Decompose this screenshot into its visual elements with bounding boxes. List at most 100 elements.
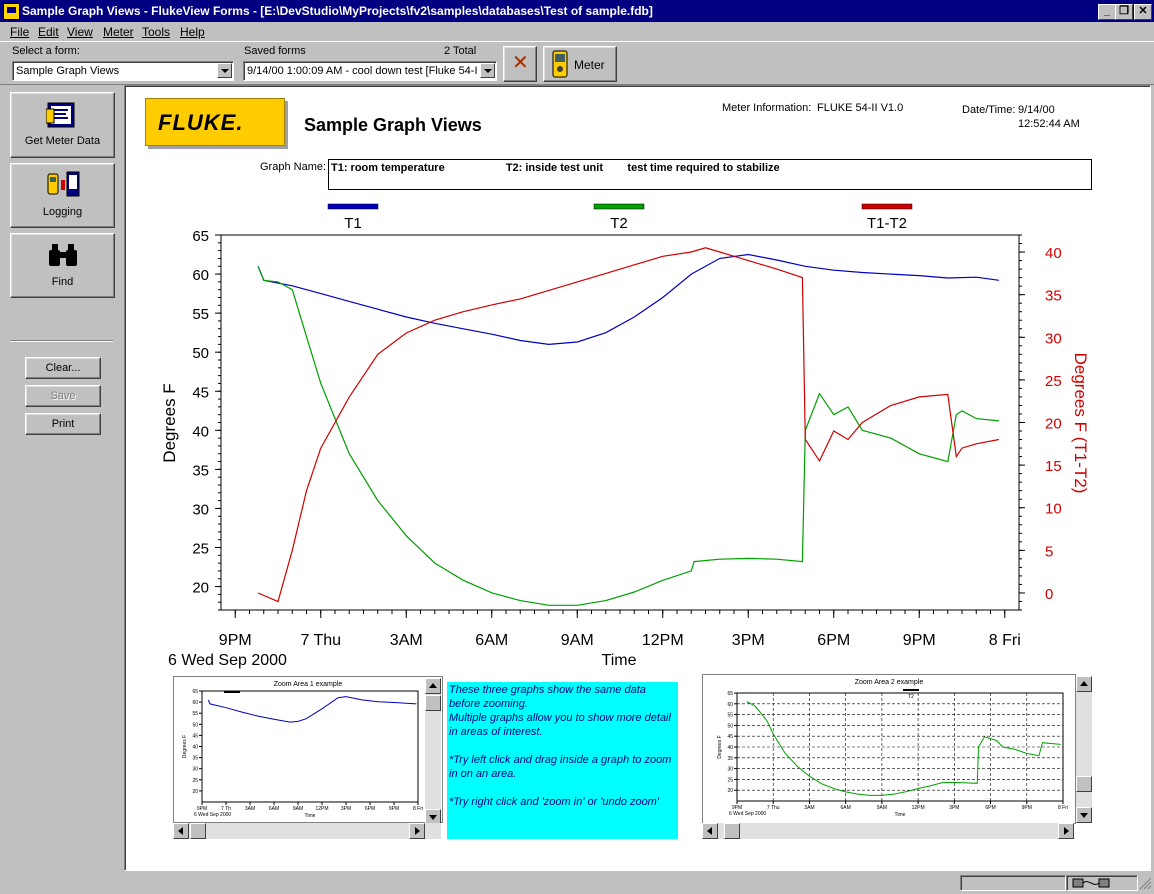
chevron-down-icon[interactable] [480, 63, 495, 78]
meter-button[interactable]: Meter [543, 46, 617, 82]
scroll-up-icon[interactable] [1076, 676, 1092, 692]
x-tick-label: 3AM [804, 805, 814, 811]
graph-name-field[interactable]: T1: room temperature T2: inside test uni… [328, 159, 1092, 190]
scroll-right-icon[interactable] [409, 823, 425, 839]
x-axis-label: Time [602, 652, 637, 669]
sidebar: Get Meter Data Logging Find Clear... Sav… [0, 85, 122, 870]
scroll-left-icon[interactable] [702, 823, 718, 839]
delete-form-button[interactable]: ✕ [503, 46, 537, 82]
scroll-up-icon[interactable] [425, 678, 441, 694]
menu-view[interactable]: View [67, 25, 93, 39]
saved-forms-combo[interactable]: 9/14/00 1:00:09 AM - cool down test [Flu… [243, 61, 497, 81]
scroll-thumb[interactable] [724, 823, 740, 839]
y-tick-label: 35 [727, 756, 733, 762]
y-tick-label: 40 [192, 745, 198, 751]
saved-forms-total: 2 Total [444, 45, 477, 57]
y-tick-label: 60 [727, 702, 733, 708]
x-tick-label: 9PM [903, 632, 936, 649]
main-chart[interactable]: T1 T2 T1-T2 20 25 30 35 40 45 50 55 60 65 0 5 10 15 20 25 3… [125, 191, 1145, 671]
get-meter-data-button[interactable]: Get Meter Data [10, 92, 115, 158]
y2-tick-label: 0 [1045, 586, 1053, 603]
x-tick-label: 9AM [877, 805, 887, 811]
legend-label: T1 [344, 215, 362, 232]
y-axis-label: Degrees F [717, 735, 723, 758]
info-note: These three graphs show the same data bef… [447, 682, 678, 839]
zoom1-hscrollbar[interactable] [173, 823, 441, 839]
scroll-thumb[interactable] [1076, 776, 1092, 792]
select-form-combo[interactable]: Sample Graph Views [12, 61, 234, 81]
zoom-chart-1[interactable]: Zoom Area 1 example 20 25 30 35 40 45 50 55 60 65 9… [174, 677, 442, 822]
y-tick-label: 65 [192, 689, 198, 695]
x-tick-label: 3PM [949, 805, 959, 811]
x-tick-label: 3PM [341, 806, 351, 812]
y2-tick-label: 15 [1045, 458, 1062, 475]
logging-label: Logging [42, 206, 83, 218]
x-date-label: 6 Wed Sep 2000 [194, 812, 231, 818]
x-tick-label: 6PM [985, 805, 995, 811]
scroll-thumb[interactable] [190, 823, 206, 839]
scroll-left-icon[interactable] [173, 823, 189, 839]
menu-tools[interactable]: Tools [142, 25, 170, 39]
zoom-chart-2[interactable]: Zoom Area 2 example T2 20 25 30 35 40 45 50 55 60 6… [703, 675, 1075, 823]
saved-forms-label: Saved forms [244, 45, 306, 57]
menu-meter[interactable]: Meter [103, 25, 134, 39]
fluke-logo: FLUKE. [145, 98, 285, 146]
resize-grip-icon[interactable] [1138, 876, 1152, 890]
meter-icon [552, 50, 568, 78]
zoom-chart-2-frame: Zoom Area 2 example T2 20 25 30 35 40 45 50 55 60 6… [702, 674, 1076, 824]
y-tick-label: 40 [192, 423, 209, 440]
time-value: 12:52:44 AM [1018, 118, 1080, 130]
scroll-right-icon[interactable] [1058, 823, 1074, 839]
app-icon[interactable] [3, 3, 20, 20]
x-tick-label: 9PM [1022, 805, 1032, 811]
zoom2-hscrollbar[interactable] [702, 823, 1074, 839]
chart-title: Zoom Area 2 example [855, 679, 924, 686]
info-line: in on an area. [449, 768, 517, 780]
y-tick-label: 60 [192, 267, 209, 284]
legend-label: T1-T2 [867, 215, 907, 232]
legend-swatch [861, 203, 913, 210]
x-tick-label: 9AM [293, 806, 303, 812]
x-tick-label: 3AM [390, 632, 423, 649]
title-bar: Sample Graph Views - FlukeView Forms - [… [0, 0, 1154, 22]
info-line: These three graphs show the same data [449, 684, 646, 696]
menu-help[interactable]: Help [180, 25, 205, 39]
y-tick-label: 45 [192, 384, 209, 401]
y-tick-label: 35 [192, 462, 209, 479]
y-axis-label: Degrees F [160, 383, 179, 462]
y-tick-label: 60 [192, 700, 198, 706]
window-title: Sample Graph Views - FlukeView Forms - [… [22, 4, 653, 18]
save-button[interactable]: Save [25, 385, 101, 407]
zoom1-vscrollbar[interactable] [425, 678, 441, 825]
x-tick-label: 7 Thu [300, 632, 341, 649]
zoom2-vscrollbar[interactable] [1076, 676, 1092, 823]
y-tick-label: 35 [192, 756, 198, 762]
chevron-down-icon[interactable] [217, 63, 232, 78]
toolbar: Select a form: Sample Graph Views Saved … [0, 41, 1154, 85]
menu-file[interactable]: File [10, 25, 29, 39]
close-window-button[interactable]: ✕ [1134, 4, 1152, 20]
x-tick-label: 6PM [817, 632, 850, 649]
menu-bar: File Edit View Meter Tools Help [0, 22, 1154, 41]
clear-button[interactable]: Clear... [25, 357, 101, 379]
binoculars-icon [49, 244, 77, 266]
y-tick-label: 20 [192, 580, 209, 597]
y2-tick-label: 30 [1045, 330, 1062, 347]
x-tick-label: 3PM [732, 632, 765, 649]
minimize-button[interactable]: _ [1098, 4, 1116, 20]
logging-button[interactable]: Logging [10, 163, 115, 228]
date-value: 9/14/00 [1018, 104, 1055, 116]
form-canvas: FLUKE. Sample Graph Views Meter Informat… [124, 85, 1151, 871]
scroll-thumb[interactable] [425, 695, 441, 711]
y-tick-label: 65 [727, 691, 733, 697]
legend-label: T2 [908, 694, 914, 700]
scroll-down-icon[interactable] [1076, 807, 1092, 823]
find-button[interactable]: Find [10, 233, 115, 298]
y-axis-label: Degrees F [182, 735, 188, 758]
y-tick-label: 25 [727, 777, 733, 783]
info-note-text: These three graphs show the same data bef… [447, 682, 678, 810]
restore-button[interactable]: ❐ [1115, 4, 1133, 20]
print-button[interactable]: Print [25, 413, 101, 435]
menu-edit[interactable]: Edit [38, 25, 59, 39]
y-tick-label: 20 [727, 788, 733, 794]
